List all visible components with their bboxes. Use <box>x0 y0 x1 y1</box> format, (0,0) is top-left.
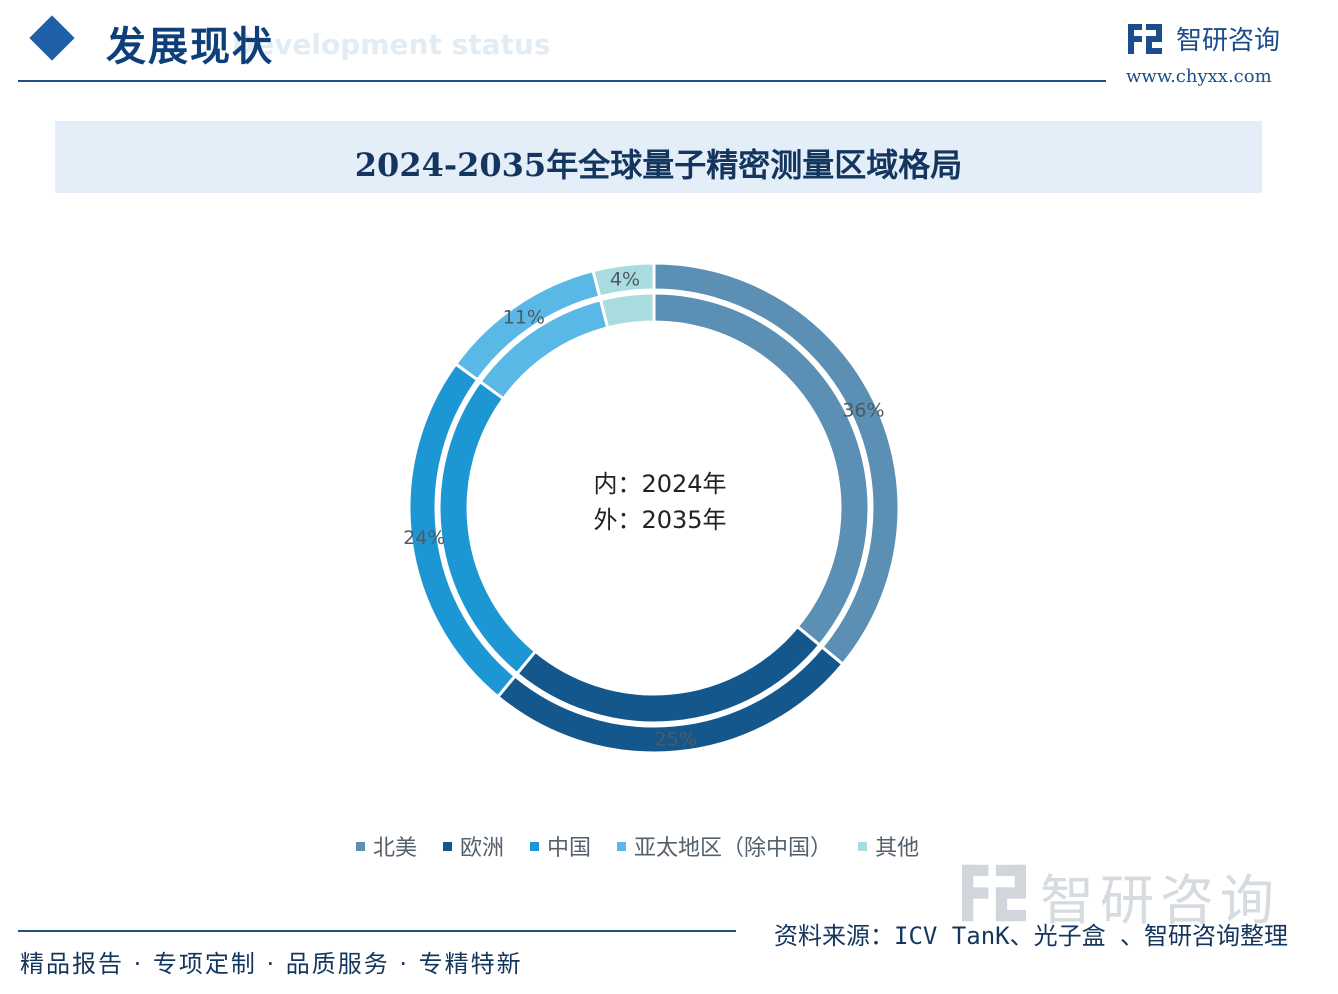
legend-item-1: 欧洲 <box>443 830 504 862</box>
donut-segment-inner-4 <box>598 291 656 330</box>
legend-swatch-4 <box>858 841 868 851</box>
legend-item-2: 中国 <box>530 830 591 862</box>
legend-label-4: 其他 <box>875 836 920 861</box>
legend-item-0: 北美 <box>356 830 417 862</box>
data-label-3: 11% <box>503 307 545 329</box>
legend-swatch-0 <box>356 841 365 851</box>
legend-swatch-1 <box>443 841 453 851</box>
legend-label-0: 北美 <box>373 836 418 861</box>
legend-label-2: 中国 <box>547 836 592 861</box>
data-source: 资料来源：ICV TanK、光子盒 、智研咨询整理 <box>774 922 1289 950</box>
chart-center-label: 内：2024年 外：2035年 <box>560 466 760 538</box>
legend-item-3: 亚太地区（除中国） <box>617 830 832 862</box>
center-label-inner: 内：2024年 <box>593 470 727 498</box>
footer-divider <box>18 930 736 932</box>
legend-item-4: 其他 <box>858 830 919 862</box>
center-label-outer: 外：2035年 <box>593 506 727 534</box>
data-label-0: 36% <box>842 399 884 421</box>
data-label-2: 24% <box>403 527 445 549</box>
watermark-logo-icon <box>962 864 1026 922</box>
legend-label-1: 欧洲 <box>460 836 505 861</box>
data-label-1: 25% <box>655 728 697 750</box>
legend-swatch-3 <box>617 841 627 851</box>
footer-slogan: 精品报告 · 专项定制 · 品质服务 · 专精特新 <box>20 950 523 978</box>
legend-swatch-2 <box>530 841 540 851</box>
legend-label-3: 亚太地区（除中国） <box>634 836 833 861</box>
data-label-4: 4% <box>610 268 640 290</box>
chart-legend: 北美 欧洲 中国 亚太地区（除中国） 其他 <box>356 830 919 862</box>
